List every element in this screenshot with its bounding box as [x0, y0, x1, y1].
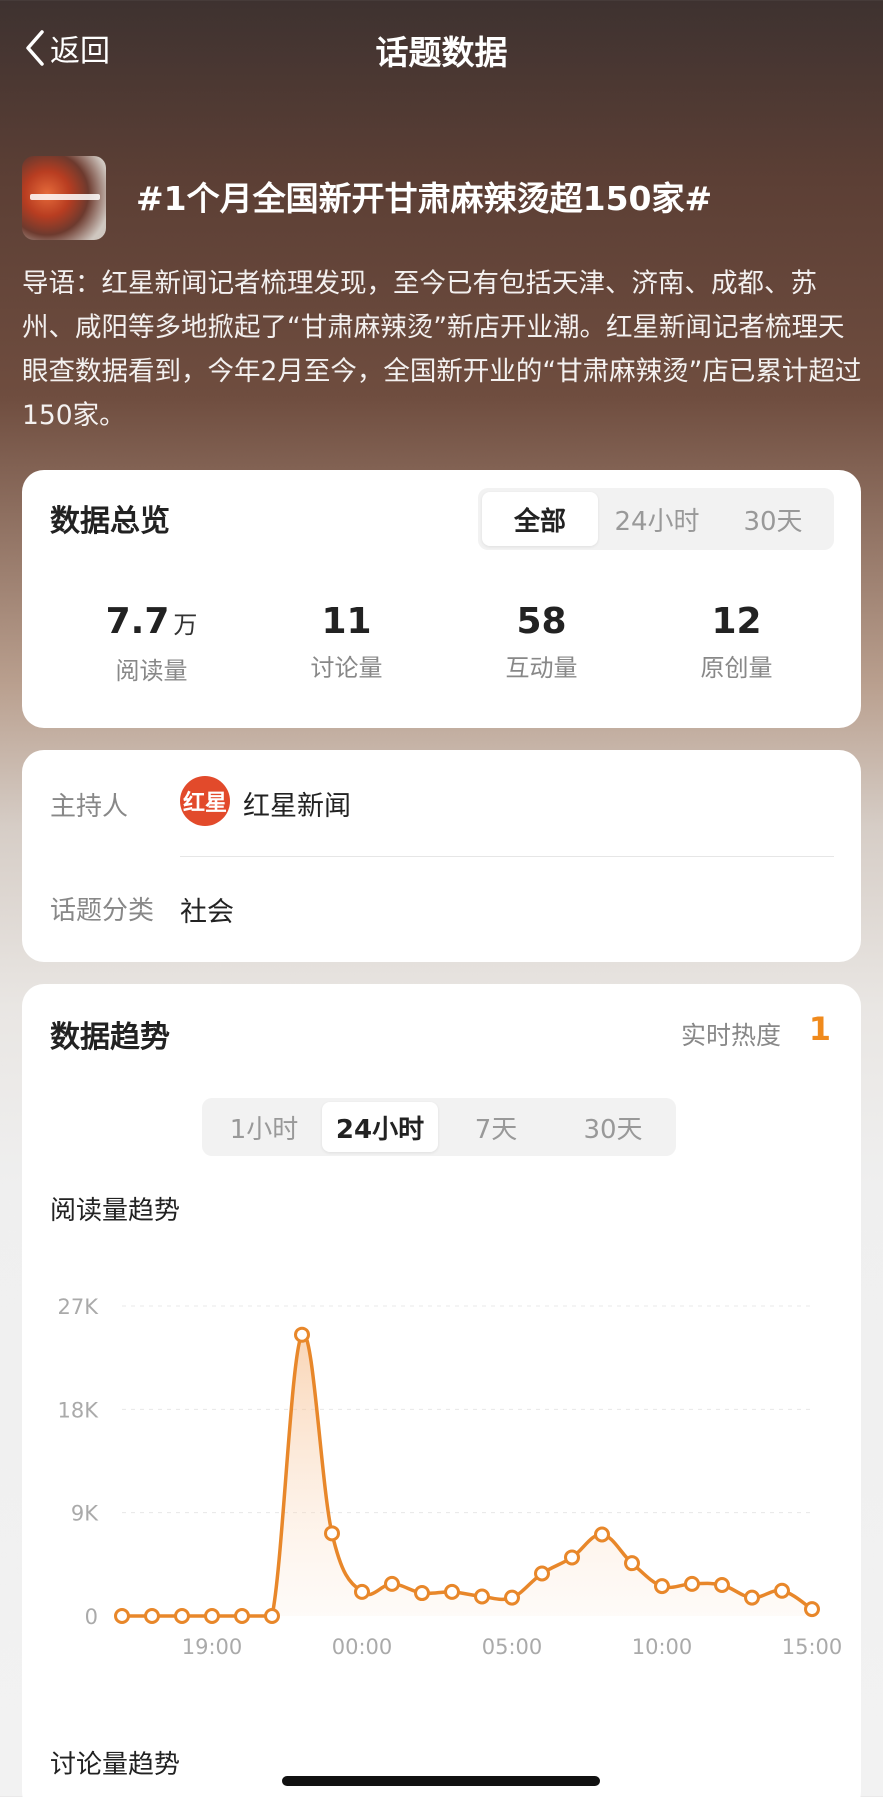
x-tick-label: 00:00 [332, 1635, 393, 1659]
host-logo-text: 红星 [182, 790, 227, 816]
data-point [504, 1589, 520, 1606]
data-point [144, 1608, 160, 1624]
topic-title: #1个月全国新开甘肃麻辣烫超150家# [136, 179, 713, 218]
thumbnail-caption-strip [30, 194, 100, 200]
data-point [714, 1577, 730, 1593]
data-point [744, 1589, 760, 1606]
data-point [414, 1585, 430, 1602]
data-point [564, 1549, 580, 1566]
overview-range-tabs: 全部 24小时 30天 [478, 488, 834, 550]
y-tick-label: 27K [58, 1295, 100, 1319]
data-point [324, 1525, 340, 1542]
data-point [264, 1608, 280, 1624]
stat-label: 讨论量 [310, 654, 383, 682]
page-title: 话题数据 [375, 33, 508, 72]
data-point [384, 1575, 400, 1592]
host-name[interactable]: 红星新闻 [243, 784, 351, 823]
read-trend-chart: 27K 18K 9K 0 19:00 00:00 05:00 10:00 15:00 [58, 1295, 843, 1659]
discussion-trend-title: 讨论量趋势 [50, 1750, 181, 1780]
data-point [444, 1583, 460, 1600]
data-point [534, 1565, 550, 1582]
data-point [204, 1608, 220, 1624]
data-point [594, 1526, 610, 1543]
stat-label: 原创量 [700, 654, 773, 682]
data-point [774, 1582, 790, 1599]
stat-value: 11 [321, 601, 372, 642]
overview-tab-30d[interactable]: 30天 [716, 492, 830, 546]
overview-card: 数据总览 全部 24小时 30天 7.7 万 阅读量 11 讨论量 58 互动量 … [22, 470, 861, 728]
host-card: 主持人 红星 红星新闻 话题分类 社会 [22, 750, 861, 962]
data-point [294, 1326, 310, 1343]
data-point [174, 1608, 190, 1624]
divider [180, 856, 834, 857]
overview-tab-all[interactable]: 全部 [482, 492, 598, 546]
trend-card: 数据趋势 实时热度 1 1小时 24小时 7天 30天 阅读量趋势 27K 18K… [22, 984, 861, 1797]
overview-tab-24h[interactable]: 24小时 [598, 492, 716, 546]
data-point [354, 1583, 370, 1600]
stat-reads: 7.7 万 阅读量 [54, 600, 249, 686]
data-point [474, 1588, 490, 1605]
stat-originals: 12 原创量 [639, 600, 834, 686]
host-avatar[interactable]: 红星 [180, 776, 230, 826]
category-label: 话题分类 [50, 896, 155, 926]
topic-thumbnail [22, 156, 106, 240]
topic-intro: 导语：红星新闻记者梳理发现，至今已有包括天津、济南、成都、苏州、咸阳等多地掀起了… [22, 268, 862, 431]
home-indicator [282, 1776, 600, 1786]
stat-value: 12 [711, 601, 762, 642]
category-value: 社会 [180, 897, 234, 928]
series-area [122, 1333, 812, 1616]
host-label: 主持人 [50, 792, 129, 822]
stat-discussions: 11 讨论量 [249, 600, 444, 686]
y-tick-label: 0 [85, 1605, 98, 1629]
data-point [684, 1575, 700, 1592]
stat-value: 58 [516, 601, 567, 642]
x-tick-label: 10:00 [632, 1635, 693, 1659]
x-tick-label: 15:00 [782, 1635, 843, 1659]
y-tick-label: 18K [58, 1398, 100, 1422]
top-nav-bar: 返回 话题数据 [0, 0, 883, 96]
x-tick-label: 19:00 [182, 1635, 243, 1659]
stat-value: 7.7 万 [105, 601, 198, 642]
overview-heading: 数据总览 [50, 504, 170, 539]
stat-interactions: 58 互动量 [444, 600, 639, 686]
data-point [234, 1608, 250, 1624]
x-tick-label: 05:00 [482, 1635, 543, 1659]
overview-stats: 7.7 万 阅读量 11 讨论量 58 互动量 12 原创量 [22, 600, 861, 686]
y-tick-label: 9K [71, 1502, 99, 1526]
data-point [114, 1608, 130, 1624]
data-point [804, 1601, 820, 1618]
stat-label: 互动量 [505, 654, 578, 682]
series-line [121, 1332, 813, 1618]
data-point [624, 1555, 640, 1572]
data-point [654, 1578, 670, 1595]
stat-label: 阅读量 [115, 657, 188, 685]
stat-unit: 万 [173, 611, 198, 639]
